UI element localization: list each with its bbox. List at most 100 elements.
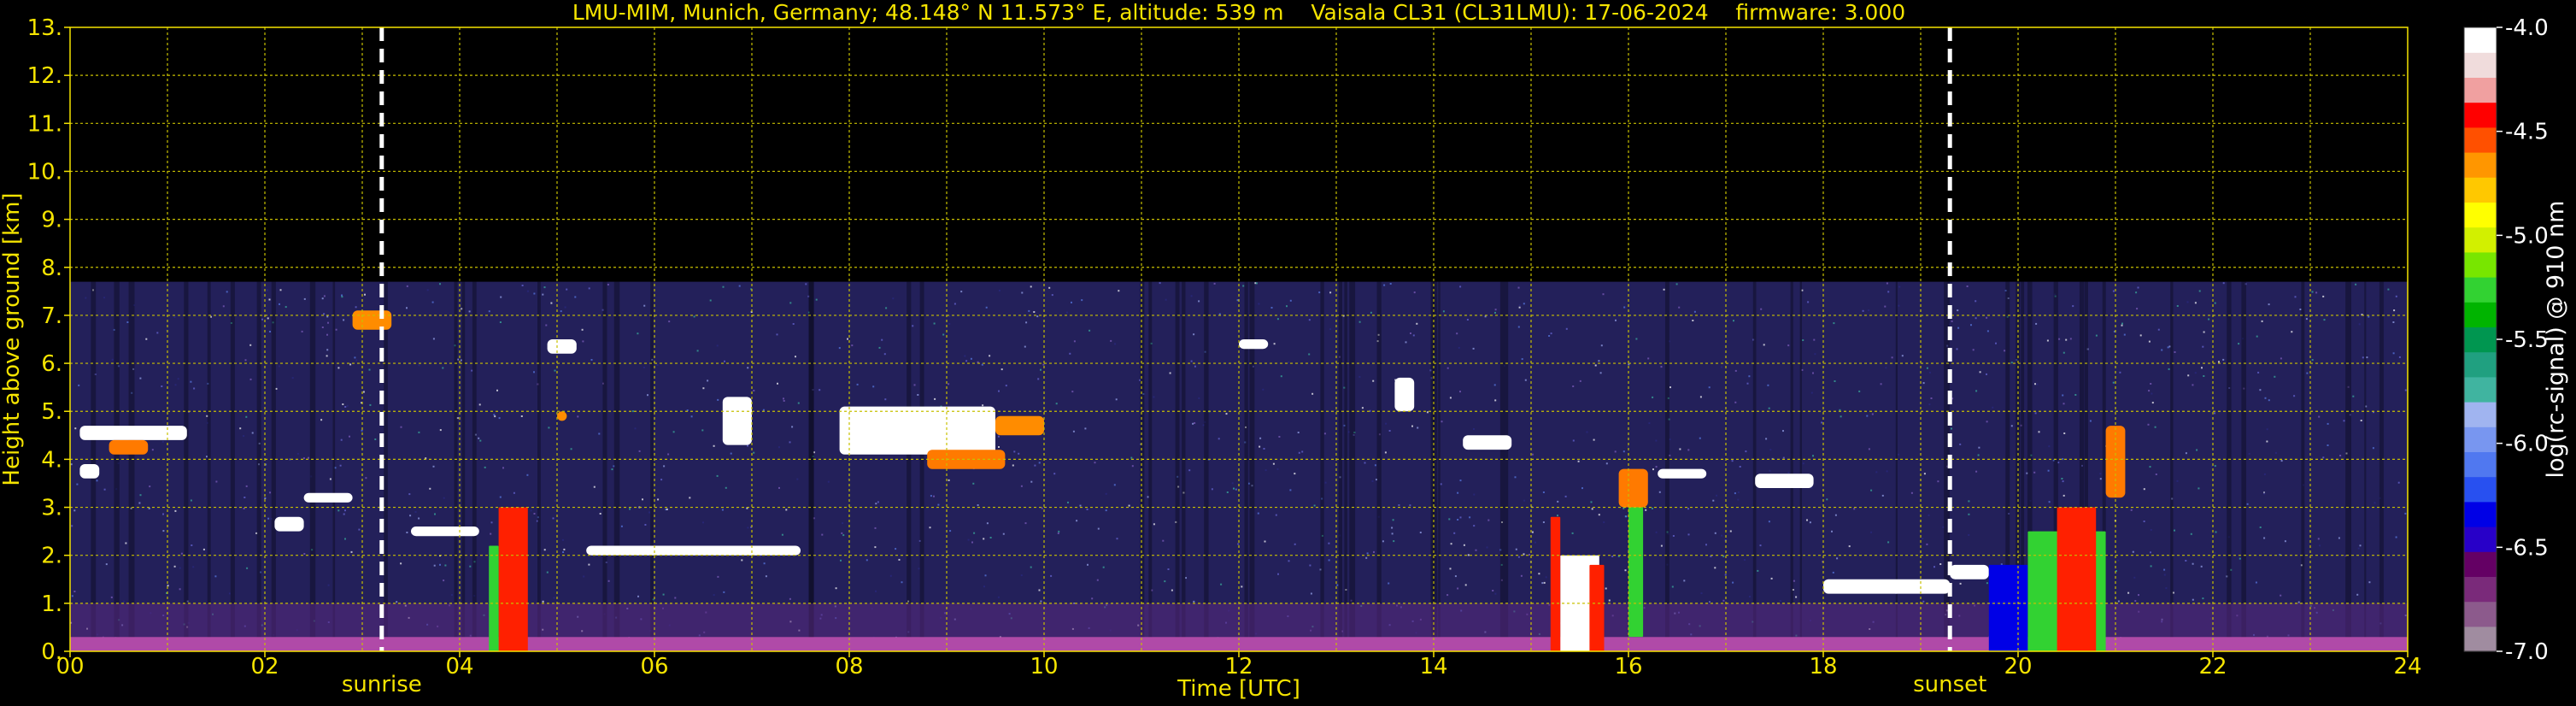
noise-speck (1623, 306, 1626, 309)
noise-speck (789, 441, 791, 444)
noise-speck (2358, 323, 2361, 326)
noise-speck (1464, 584, 1467, 586)
noise-speck (2176, 479, 2179, 482)
noise-speck (1992, 406, 1994, 409)
noise-speck (1648, 422, 1651, 425)
noise-speck (2255, 581, 2257, 584)
noise-speck (1787, 472, 1790, 474)
noise-streak (207, 281, 211, 651)
noise-speck (1426, 411, 1429, 414)
noise-speck (725, 486, 727, 489)
noise-speck (1301, 450, 1304, 453)
noise-speck (631, 410, 634, 413)
noise-speck (267, 517, 270, 520)
cloud-feature (1755, 474, 1814, 488)
noise-speck (1635, 338, 1638, 340)
noise-speck (2165, 587, 2168, 590)
noise-speck (1779, 600, 1781, 602)
noise-speck (1492, 590, 1494, 591)
cloud-feature (1618, 468, 1648, 508)
noise-speck (672, 431, 675, 433)
noise-speck (1218, 313, 1221, 315)
noise-speck (1336, 584, 1339, 586)
noise-streak (1505, 281, 1509, 651)
noise-speck (2194, 372, 2197, 374)
noise-speck (2357, 547, 2360, 550)
noise-speck (1383, 284, 1386, 286)
noise-speck (1712, 499, 1715, 502)
noise-speck (724, 360, 725, 362)
noise-speck (1051, 294, 1053, 297)
noise-speck (693, 315, 695, 318)
noise-speck (1088, 329, 1091, 332)
noise-speck (1531, 531, 1534, 533)
noise-speck (499, 321, 502, 323)
noise-speck (1097, 527, 1100, 530)
noise-speck (533, 292, 536, 295)
noise-speck (2135, 291, 2138, 294)
noise-speck (103, 297, 106, 299)
noise-speck (1600, 344, 1603, 347)
noise-speck (396, 601, 398, 603)
noise-speck (2143, 521, 2145, 522)
noise-speck (1611, 556, 1614, 557)
noise-speck (1000, 368, 1003, 371)
noise-speck (344, 509, 346, 512)
noise-speck (1875, 471, 1878, 474)
noise-speck (122, 600, 125, 603)
noise-speck (498, 417, 501, 420)
noise-speck (469, 565, 472, 568)
noise-speck (1030, 285, 1032, 288)
noise-speck (1128, 504, 1130, 507)
noise-speck (2121, 324, 2123, 327)
noise-speck (1358, 321, 1361, 323)
noise-speck (842, 534, 845, 537)
noise-speck (1131, 465, 1134, 468)
noise-speck (151, 449, 154, 451)
noise-speck (490, 521, 493, 524)
noise-speck (126, 321, 129, 323)
y-tick-label: 2. (41, 544, 62, 569)
noise-streak (613, 281, 620, 651)
noise-speck (2138, 594, 2139, 597)
noise-speck (2305, 318, 2308, 321)
noise-speck (1591, 508, 1593, 510)
noise-speck (2266, 440, 2268, 443)
noise-speck (998, 289, 1000, 291)
noise-speck (244, 497, 246, 498)
colorbar-segment (2464, 351, 2497, 378)
noise-speck (1832, 571, 1834, 574)
noise-speck (1459, 516, 1462, 519)
noise-speck (1734, 492, 1736, 495)
noise-speck (2192, 384, 2194, 386)
noise-speck (2291, 331, 2293, 333)
noise-speck (937, 503, 940, 506)
noise-speck (1898, 304, 1900, 307)
noise-speck (1169, 372, 1171, 374)
noise-speck (1858, 390, 1861, 392)
noise-speck (2322, 456, 2325, 459)
noise-speck (335, 328, 337, 331)
noise-speck (815, 298, 818, 301)
noise-speck (408, 493, 411, 496)
cloud-feature (79, 426, 187, 440)
noise-streak (1148, 281, 1153, 651)
noise-speck (1466, 319, 1469, 321)
noise-speck (78, 384, 80, 386)
noise-speck (1265, 469, 1267, 472)
noise-speck (2392, 321, 2395, 323)
noise-speck (1033, 311, 1036, 313)
noise-speck (73, 509, 76, 512)
noise-speck (1218, 438, 1220, 440)
noise-speck (747, 527, 749, 529)
colorbar-segment (2464, 251, 2497, 278)
noise-speck (355, 306, 357, 309)
noise-speck (1922, 600, 1925, 603)
noise-speck (1793, 580, 1795, 582)
noise-speck (885, 307, 888, 309)
x-tick-label: 24 (2393, 654, 2421, 680)
noise-speck (349, 435, 350, 438)
noise-speck (1012, 464, 1014, 467)
colorbar-segment (2464, 277, 2497, 303)
noise-speck (177, 378, 179, 380)
